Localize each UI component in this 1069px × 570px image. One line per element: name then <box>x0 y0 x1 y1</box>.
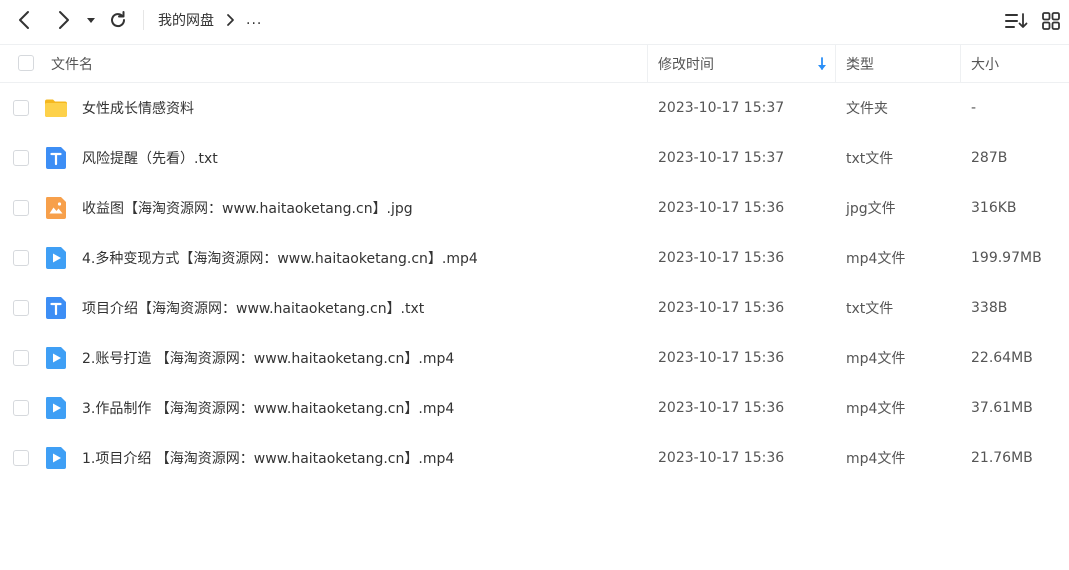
file-row[interactable]: 1.项目介绍 【海淘资源网：www.haitaoketang.cn】.mp4 2… <box>0 433 1069 483</box>
forward-button[interactable] <box>52 9 74 31</box>
file-row[interactable]: 风险提醒（先看）.txt 2023-10-17 15:37 txt文件 287B <box>0 133 1069 183</box>
file-name[interactable]: 风险提醒（先看）.txt <box>82 133 218 183</box>
file-row[interactable]: 收益图【海淘资源网：www.haitaoketang.cn】.jpg 2023-… <box>0 183 1069 233</box>
grid-view-button[interactable] <box>1041 11 1061 31</box>
file-name[interactable]: 收益图【海淘资源网：www.haitaoketang.cn】.jpg <box>82 183 413 233</box>
file-type: txt文件 <box>846 151 894 167</box>
column-header-type[interactable]: 类型 <box>846 45 874 82</box>
row-checkbox[interactable] <box>13 100 29 116</box>
sort-list-icon <box>1005 13 1028 28</box>
video-file-icon <box>46 247 66 269</box>
column-divider <box>835 45 836 82</box>
file-modified: 2023-10-17 15:36 <box>658 250 785 266</box>
file-list-header: 文件名 修改时间 类型 大小 <box>0 44 1069 83</box>
video-file-icon <box>46 397 66 419</box>
file-size: 199.97MB <box>971 250 1042 266</box>
file-modified: 2023-10-17 15:36 <box>658 200 785 216</box>
file-name[interactable]: 3.作品制作 【海淘资源网：www.haitaoketang.cn】.mp4 <box>82 383 454 433</box>
row-checkbox[interactable] <box>13 150 29 166</box>
grid-view-icon <box>1042 12 1060 30</box>
row-checkbox[interactable] <box>13 350 29 366</box>
video-file-icon <box>46 447 66 469</box>
file-name[interactable]: 女性成长情感资料 <box>82 83 194 133</box>
file-row[interactable]: 2.账号打造 【海淘资源网：www.haitaoketang.cn】.mp4 2… <box>0 333 1069 383</box>
select-all-checkbox[interactable] <box>18 55 34 71</box>
caret-down-icon <box>87 18 95 23</box>
column-header-modified[interactable]: 修改时间 <box>658 45 714 82</box>
refresh-button[interactable] <box>107 9 129 31</box>
file-name[interactable]: 1.项目介绍 【海淘资源网：www.haitaoketang.cn】.mp4 <box>82 433 454 483</box>
text-file-icon <box>46 147 66 169</box>
image-file-icon <box>46 197 66 219</box>
file-row[interactable]: 3.作品制作 【海淘资源网：www.haitaoketang.cn】.mp4 2… <box>0 383 1069 433</box>
file-modified: 2023-10-17 15:37 <box>658 150 785 166</box>
row-checkbox[interactable] <box>13 250 29 266</box>
column-divider <box>647 45 648 82</box>
file-modified: 2023-10-17 15:36 <box>658 350 785 366</box>
file-size: 37.61MB <box>971 400 1033 416</box>
file-type: jpg文件 <box>846 201 896 217</box>
row-checkbox[interactable] <box>13 300 29 316</box>
video-file-icon <box>46 347 66 369</box>
arrow-down-icon[interactable] <box>816 56 828 72</box>
file-row[interactable]: 项目介绍【海淘资源网：www.haitaoketang.cn】.txt 2023… <box>0 283 1069 333</box>
toolbar: 我的网盘 ... <box>0 0 1069 42</box>
file-name[interactable]: 4.多种变现方式【海淘资源网：www.haitaoketang.cn】.mp4 <box>82 233 478 283</box>
file-name[interactable]: 2.账号打造 【海淘资源网：www.haitaoketang.cn】.mp4 <box>82 333 454 383</box>
breadcrumb-more[interactable]: ... <box>246 12 262 28</box>
text-file-icon <box>46 297 66 319</box>
breadcrumb-home[interactable]: 我的网盘 <box>158 10 214 30</box>
row-checkbox[interactable] <box>13 450 29 466</box>
file-modified: 2023-10-17 15:36 <box>658 300 785 316</box>
column-header-size[interactable]: 大小 <box>971 45 999 82</box>
file-type: 文件夹 <box>846 101 888 117</box>
sort-button[interactable] <box>1004 10 1028 32</box>
file-size: 316KB <box>971 200 1017 216</box>
file-type: mp4文件 <box>846 351 906 367</box>
column-header-name[interactable]: 文件名 <box>51 45 93 82</box>
file-size: - <box>971 100 977 116</box>
file-row[interactable]: 4.多种变现方式【海淘资源网：www.haitaoketang.cn】.mp4 … <box>0 233 1069 283</box>
file-size: 287B <box>971 150 1008 166</box>
file-type: txt文件 <box>846 301 894 317</box>
refresh-icon <box>111 11 126 28</box>
toolbar-divider <box>143 10 144 30</box>
file-modified: 2023-10-17 15:36 <box>658 450 785 466</box>
file-modified: 2023-10-17 15:37 <box>658 100 785 116</box>
row-checkbox[interactable] <box>13 200 29 216</box>
file-type: mp4文件 <box>846 401 906 417</box>
file-modified: 2023-10-17 15:36 <box>658 400 785 416</box>
file-type: mp4文件 <box>846 251 906 267</box>
folder-icon <box>45 99 67 117</box>
history-dropdown-button[interactable] <box>84 11 98 29</box>
column-divider <box>960 45 961 82</box>
file-size: 338B <box>971 300 1008 316</box>
chevron-left-icon <box>19 11 29 29</box>
file-size: 22.64MB <box>971 350 1033 366</box>
file-size: 21.76MB <box>971 450 1033 466</box>
row-checkbox[interactable] <box>13 400 29 416</box>
breadcrumb: 我的网盘 ... <box>158 9 262 31</box>
file-type: mp4文件 <box>846 451 906 467</box>
chevron-right-icon <box>59 11 69 29</box>
chevron-right-icon <box>226 13 236 27</box>
back-button[interactable] <box>14 9 36 31</box>
file-name[interactable]: 项目介绍【海淘资源网：www.haitaoketang.cn】.txt <box>82 283 424 333</box>
file-row[interactable]: 女性成长情感资料 2023-10-17 15:37 文件夹 - <box>0 83 1069 133</box>
